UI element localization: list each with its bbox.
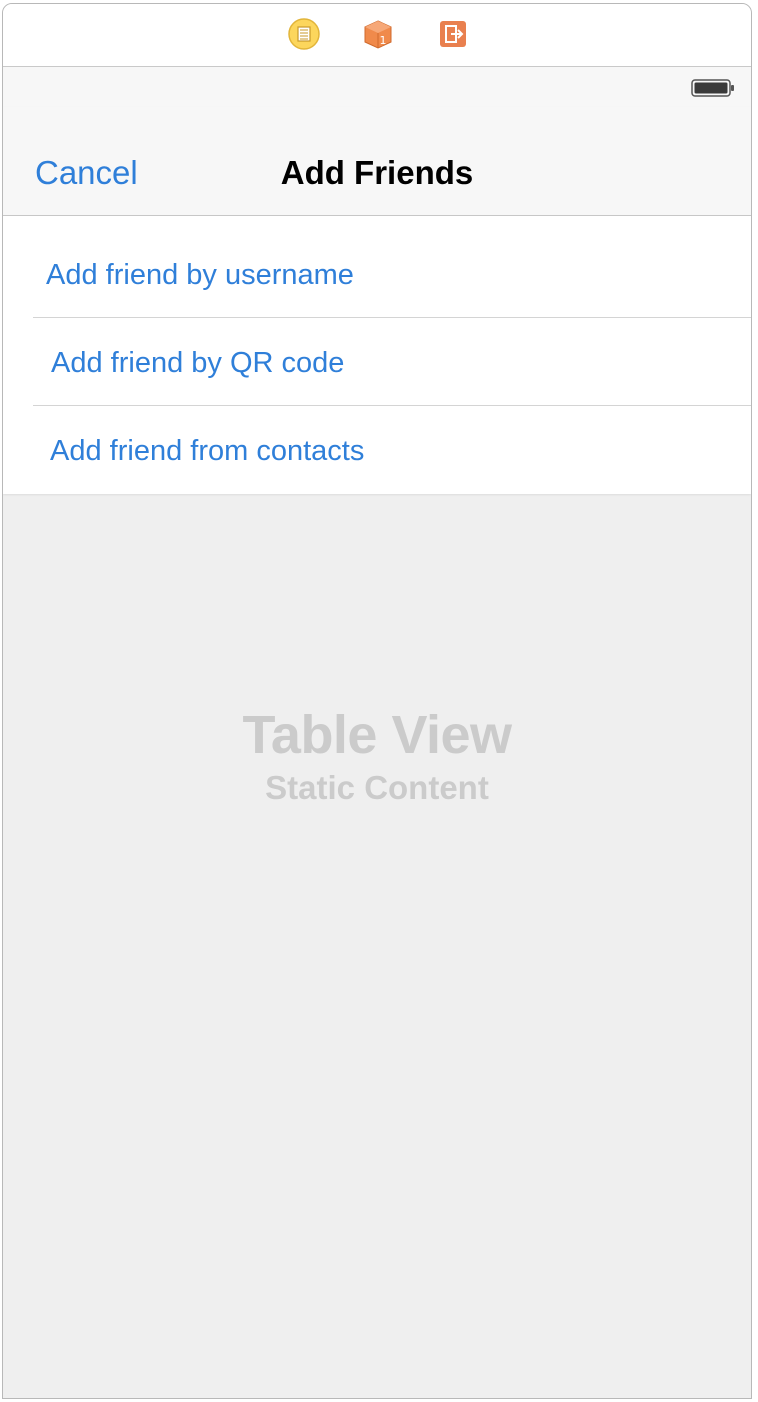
- navigation-bar: Cancel Add Friends: [3, 107, 751, 216]
- first-responder-icon[interactable]: 1: [362, 18, 394, 50]
- list-item-add-from-contacts[interactable]: Add friend from contacts: [3, 406, 751, 494]
- cell-label: Add friend by username: [46, 259, 354, 291]
- svg-text:1: 1: [380, 34, 387, 47]
- cell-label: Add friend by QR code: [51, 347, 345, 379]
- storyboard-scene: 1 Cancel Add Friends Add friend by usern…: [2, 3, 752, 1399]
- list-item-add-by-qr-code[interactable]: Add friend by QR code: [3, 318, 751, 406]
- table-view-placeholder: Table View Static Content: [3, 704, 751, 808]
- static-table-section: Add friend by username Add friend by QR …: [3, 216, 751, 494]
- view-controller-icon[interactable]: [288, 18, 320, 50]
- exit-icon[interactable]: [437, 18, 469, 50]
- status-bar: [3, 67, 751, 107]
- cell-label: Add friend from contacts: [50, 435, 365, 467]
- page-title: Add Friends: [280, 154, 474, 191]
- list-item-add-by-username[interactable]: Add friend by username: [3, 216, 751, 318]
- placeholder-title: Table View: [242, 705, 512, 765]
- scene-dock: 1: [3, 4, 751, 67]
- placeholder-subtitle: Static Content: [265, 769, 489, 806]
- battery-icon: [691, 79, 734, 97]
